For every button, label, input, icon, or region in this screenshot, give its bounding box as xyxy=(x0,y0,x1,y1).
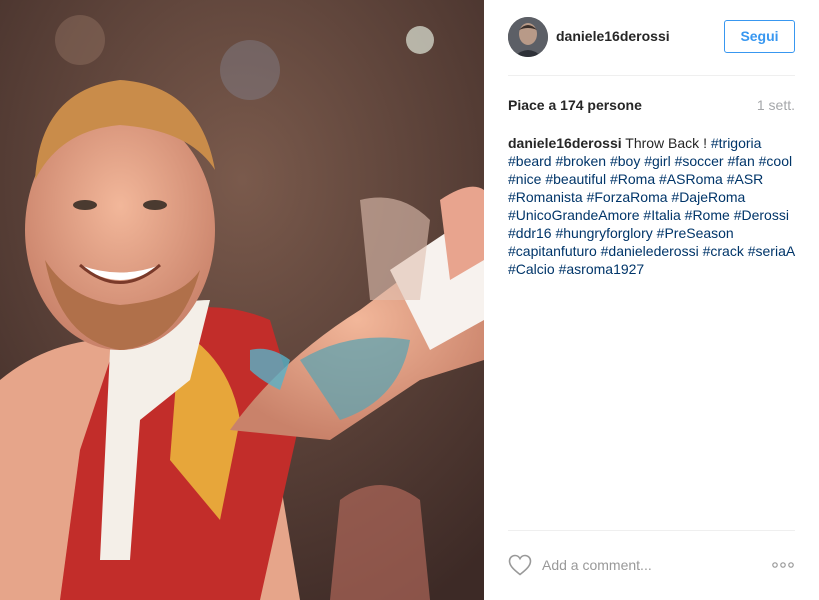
avatar-image xyxy=(508,17,548,57)
comment-input[interactable] xyxy=(542,554,752,576)
hashtag-link[interactable]: #asroma1927 xyxy=(559,261,645,277)
hashtag-link[interactable]: #Rome xyxy=(685,207,730,223)
post-photo-art xyxy=(0,0,484,600)
hashtag-link[interactable]: #DajeRoma xyxy=(671,189,745,205)
hashtag-link[interactable]: #broken xyxy=(555,153,606,169)
hashtag-link[interactable]: #girl xyxy=(644,153,670,169)
hashtag-link[interactable]: #Italia xyxy=(643,207,680,223)
hashtag-link[interactable]: #boy xyxy=(610,153,640,169)
post-details-panel: daniele16derossi Segui Piace a 174 perso… xyxy=(484,0,819,600)
hashtag-link[interactable]: #soccer xyxy=(675,153,724,169)
hashtag-link[interactable]: #Romanista xyxy=(508,189,583,205)
username-link[interactable]: daniele16derossi xyxy=(556,28,670,44)
hashtag-link[interactable]: #ForzaRoma xyxy=(587,189,668,205)
post-header: daniele16derossi Segui xyxy=(508,0,795,76)
hashtag-link[interactable]: #nice xyxy=(508,171,541,187)
post-photo[interactable] xyxy=(0,0,484,600)
hashtag-link[interactable]: #trigoria xyxy=(711,135,762,151)
heart-icon[interactable] xyxy=(508,554,532,576)
likes-count[interactable]: Piace a 174 persone xyxy=(508,97,642,113)
hashtag-link[interactable]: #seriaA xyxy=(748,243,795,259)
hashtag-link[interactable]: #cool xyxy=(759,153,792,169)
follow-button[interactable]: Segui xyxy=(724,20,795,53)
hashtag-link[interactable]: #UnicoGrandeAmore xyxy=(508,207,640,223)
divider xyxy=(508,530,795,531)
hashtag-link[interactable]: #ASRoma xyxy=(659,171,723,187)
hashtag-link[interactable]: #ddr16 xyxy=(508,225,552,241)
avatar[interactable] xyxy=(508,17,548,57)
hashtag-link[interactable]: #PreSeason xyxy=(657,225,734,241)
hashtag-link[interactable]: #hungryforglory xyxy=(555,225,652,241)
hashtag-link[interactable]: #daniele­derossi xyxy=(601,243,699,259)
hashtag-link[interactable]: #crack xyxy=(703,243,744,259)
caption-text: Throw Back ! xyxy=(625,135,707,151)
hashtag-link[interactable]: #ASR xyxy=(727,171,764,187)
hashtag-link[interactable]: #Calcio xyxy=(508,261,555,277)
caption-username[interactable]: daniele16derossi xyxy=(508,135,622,151)
post-timestamp[interactable]: 1 sett. xyxy=(757,97,795,113)
post-caption: daniele16derossi Throw Back ! #trigoria … xyxy=(508,134,798,278)
hashtag-link[interactable]: #fan xyxy=(728,153,755,169)
hashtag-link[interactable]: #capitanfuturo xyxy=(508,243,597,259)
hashtag-link[interactable]: #Roma xyxy=(610,171,655,187)
instagram-post: daniele16derossi Segui Piace a 174 perso… xyxy=(0,0,819,600)
hashtag-link[interactable]: #beautiful xyxy=(545,171,606,187)
hashtag-link[interactable]: #beard xyxy=(508,153,552,169)
hashtag-link[interactable]: #Derossi xyxy=(734,207,789,223)
more-options-icon[interactable] xyxy=(771,558,795,572)
caption-hashtags: #trigoria #beard #broken #boy #girl #soc… xyxy=(508,135,794,277)
